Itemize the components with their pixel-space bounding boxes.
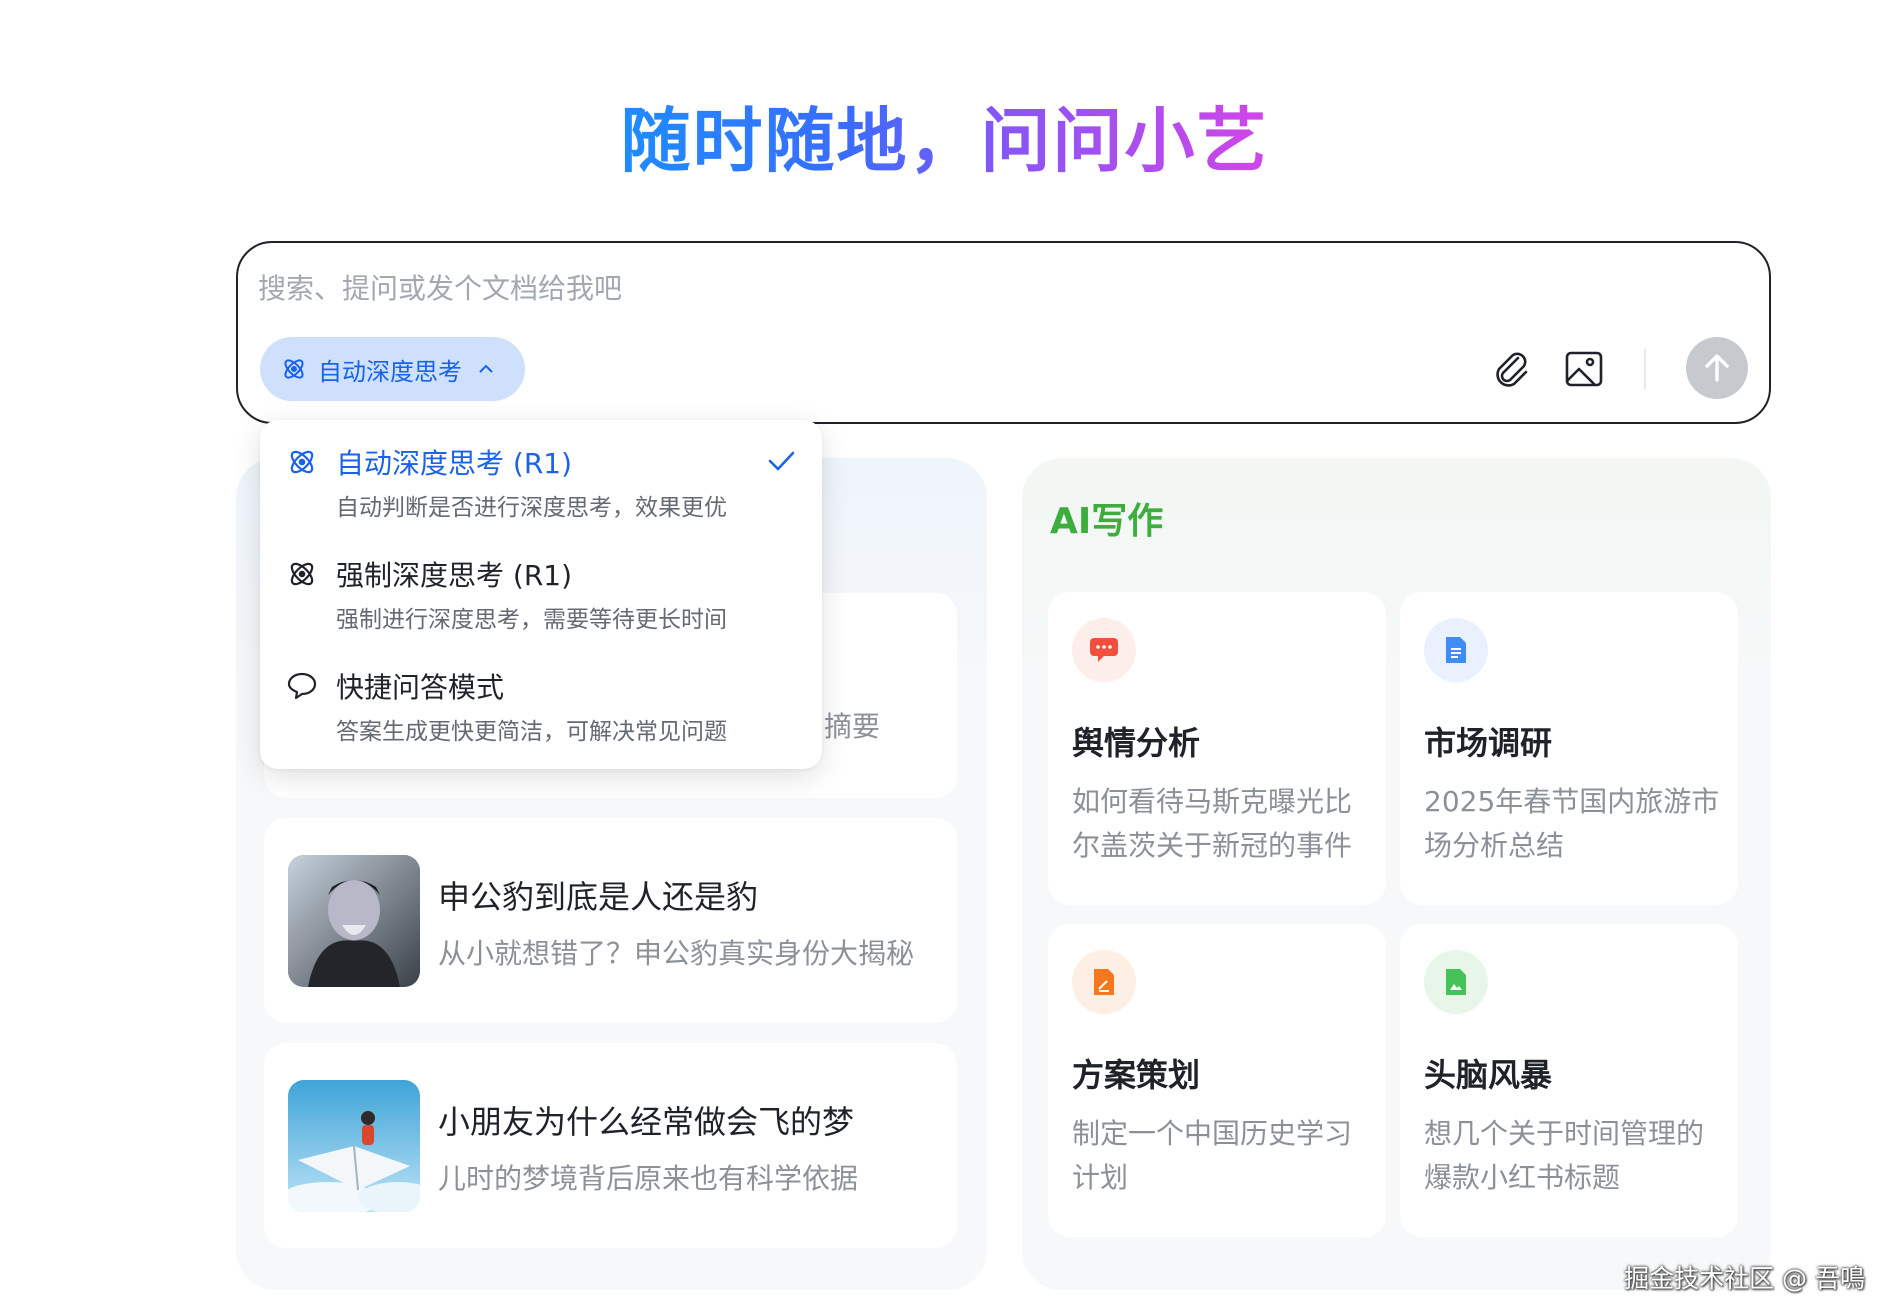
thumbnail-image (288, 1080, 420, 1212)
card-description: 制定一个中国历史学习计划 (1072, 1117, 1353, 1194)
search-input[interactable] (258, 265, 1258, 311)
card-title: 申公豹到底是人还是豹 (438, 878, 759, 916)
list-item[interactable]: 小朋友为什么经常做会飞的梦 儿时的梦境背后原来也有科学依据 (264, 1043, 957, 1248)
card-subtitle: 儿时的梦境背后原来也有科学依据 (438, 1162, 859, 1195)
hero-title: 随时随地，问问小艺 (620, 100, 1269, 182)
card-title: 市场调研 (1424, 724, 1553, 762)
option-title: 快捷问答模式 (336, 671, 505, 704)
send-button[interactable] (1686, 337, 1748, 399)
card-subtitle: 从小就想错了？申公豹真实身份大揭秘 (438, 937, 915, 970)
card-title: 方案策划 (1072, 1056, 1201, 1094)
dropdown-option-force-deep-think[interactable]: 强制深度思考 (R1) 强制进行深度思考，需要等待更长时间 (286, 554, 796, 654)
document-icon (1424, 618, 1488, 682)
list-item[interactable]: 申公豹到底是人还是豹 从小就想错了？申公豹真实身份大揭秘 (264, 818, 957, 1023)
option-subtitle: 自动判断是否进行深度思考，效果更优 (336, 495, 727, 521)
edit-file-icon (1072, 950, 1136, 1014)
card-title: 舆情分析 (1072, 724, 1201, 762)
ai-writing-card[interactable]: 头脑风暴 想几个关于时间管理的爆款小红书标题 (1400, 924, 1738, 1237)
card-description: 想几个关于时间管理的爆款小红书标题 (1424, 1117, 1705, 1194)
thinking-mode-dropdown: 自动深度思考 (R1) 自动判断是否进行深度思考，效果更优 强制深度思考 (R1… (260, 420, 822, 769)
atom-icon (290, 450, 314, 474)
card-description: 2025年春节国内旅游市场分析总结 (1424, 785, 1720, 862)
dropdown-option-auto-deep-think[interactable]: 自动深度思考 (R1) 自动判断是否进行深度思考，效果更优 (286, 442, 796, 542)
page: 随时随地，问问小艺 自动深度思考 (0, 0, 1889, 1309)
card-title: 小朋友为什么经常做会飞的梦 (438, 1103, 855, 1141)
option-subtitle: 强制进行深度思考，需要等待更长时间 (336, 607, 727, 633)
atom-icon (284, 359, 304, 379)
attachment-icon[interactable] (1488, 345, 1534, 391)
card-title: 头脑风暴 (1424, 1056, 1553, 1094)
chat-bubble-icon (1072, 618, 1136, 682)
card-description: 如何看待马斯克曝光比尔盖茨关于新冠的事件 (1072, 785, 1353, 862)
toolbar-divider (1644, 349, 1646, 389)
ai-writing-card[interactable]: 舆情分析 如何看待马斯克曝光比尔盖茨关于新冠的事件 (1048, 592, 1386, 905)
ai-writing-card[interactable]: 方案策划 制定一个中国历史学习计划 (1048, 924, 1386, 1237)
option-title: 自动深度思考 (R1) (336, 447, 573, 480)
watermark: 掘金技术社区 @ 吾鳴 (1624, 1264, 1865, 1293)
ai-writing-panel: AI写作 舆情分析 如何看待马斯克曝光比尔盖茨关于新冠的事件 市场调研 2025… (1022, 458, 1771, 1290)
mode-chip-label: 自动深度思考 (318, 357, 462, 386)
atom-icon (290, 562, 314, 586)
chevron-up-icon (479, 364, 493, 373)
deep-think-mode-chip[interactable]: 自动深度思考 (260, 337, 525, 401)
speech-bubble-icon (287, 672, 317, 700)
search-box: 自动深度思考 (236, 241, 1771, 424)
arrow-up-icon (1705, 354, 1729, 382)
option-title: 强制深度思考 (R1) (336, 559, 573, 592)
image-file-icon (1424, 950, 1488, 1014)
checkmark-icon (768, 451, 795, 471)
card-partial-text: 摘要 (824, 710, 881, 743)
dropdown-option-quick-answer[interactable]: 快捷问答模式 答案生成更快更简洁，可解决常见问题 (286, 666, 796, 766)
ai-writing-card[interactable]: 市场调研 2025年春节国内旅游市场分析总结 (1400, 592, 1738, 905)
panel-title: AI写作 (1050, 501, 1164, 542)
option-subtitle: 答案生成更快更简洁，可解决常见问题 (336, 719, 727, 745)
thumbnail-image (288, 855, 420, 987)
image-upload-icon[interactable] (1561, 345, 1607, 391)
